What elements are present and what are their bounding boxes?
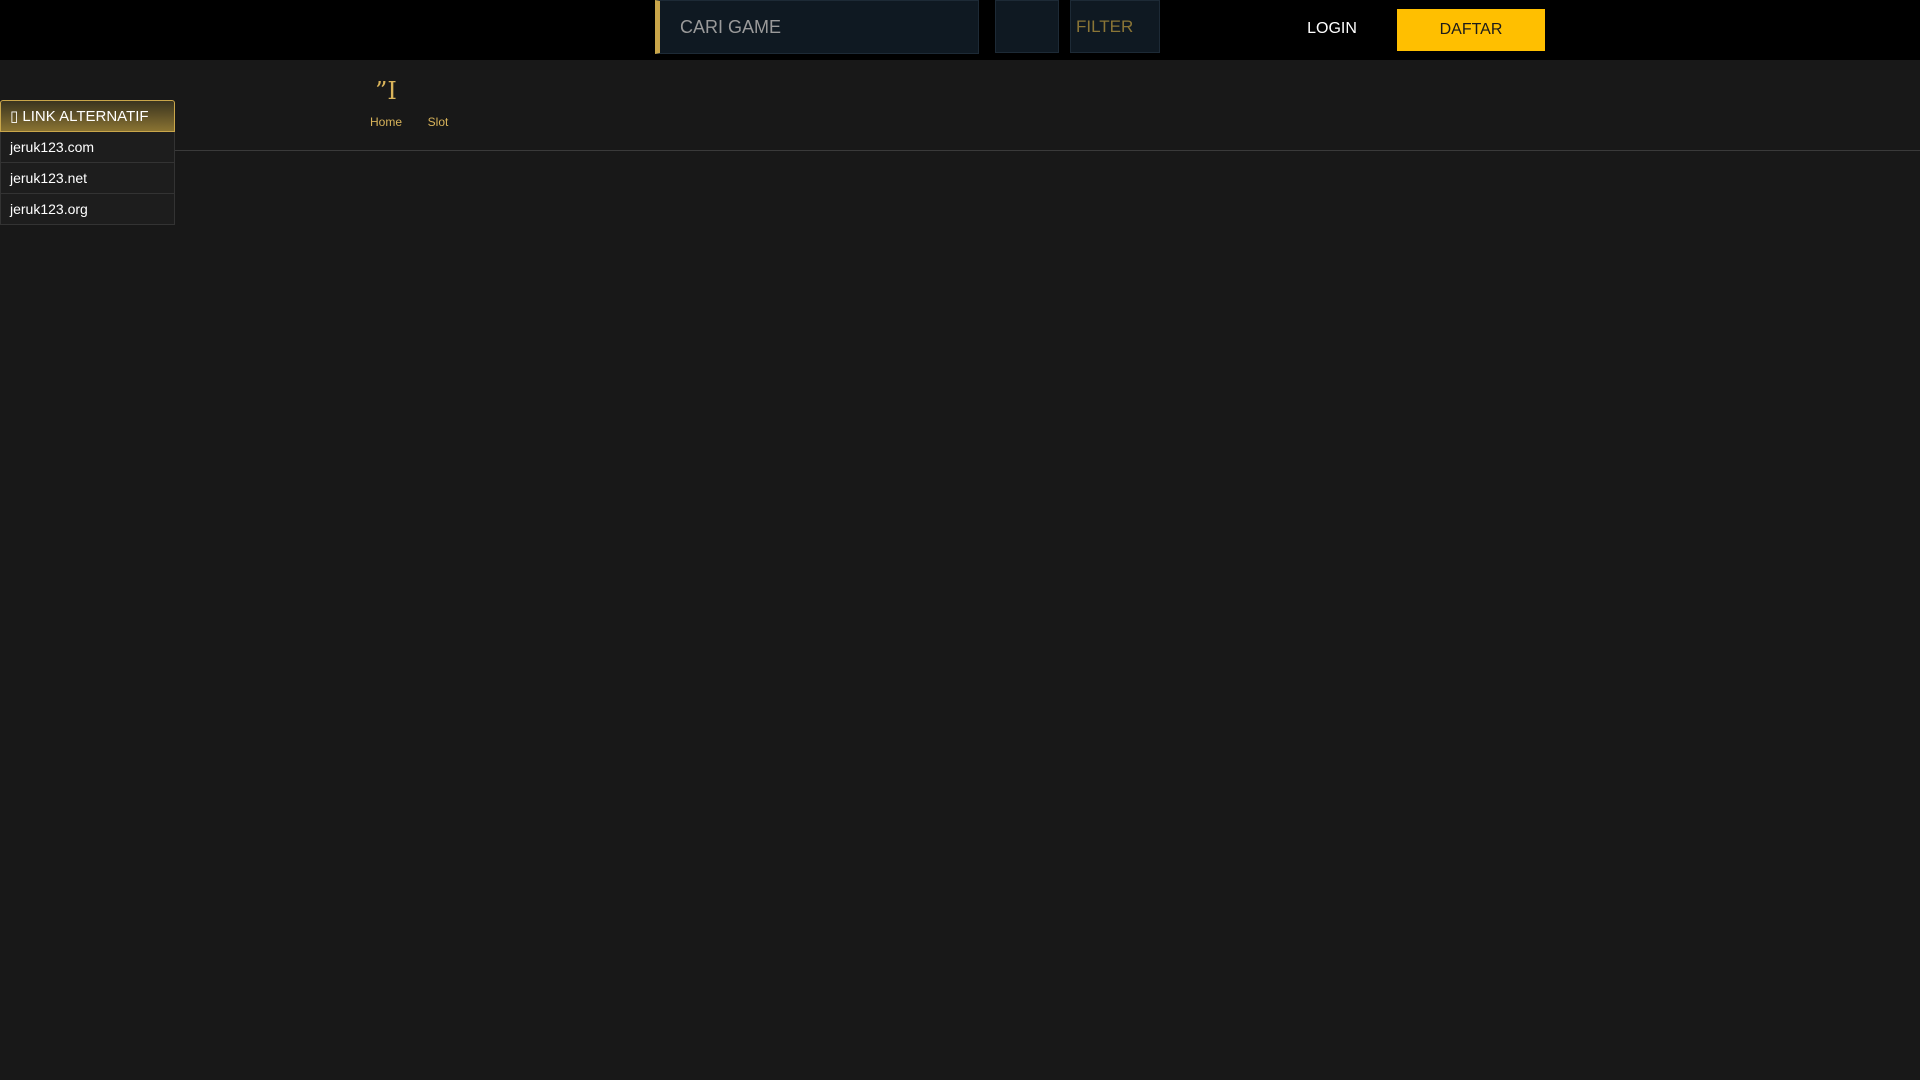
alternative-links-panel: ▯ LINK ALTERNATIF jeruk123.com jeruk123.…: [0, 100, 175, 225]
nav-item-label: Home: [370, 115, 403, 129]
nav-item-home[interactable]: ”I Home: [370, 76, 402, 129]
search-input[interactable]: [660, 1, 978, 53]
alternative-links-title: ▯ LINK ALTERNATIF: [10, 108, 149, 125]
list-item[interactable]: jeruk123.net: [0, 163, 175, 194]
search-button[interactable]: [995, 0, 1059, 53]
nav-divider: [0, 150, 1920, 151]
slot-icon: [426, 76, 450, 106]
filter-button[interactable]: FILTER: [1070, 0, 1160, 53]
search-box: [655, 0, 979, 54]
list-item[interactable]: jeruk123.com: [0, 132, 175, 163]
alternative-links-header: ▯ LINK ALTERNATIF: [0, 100, 175, 132]
register-button[interactable]: DAFTAR: [1397, 9, 1545, 51]
list-item[interactable]: jeruk123.org: [0, 194, 175, 225]
home-icon: ”I: [375, 77, 397, 105]
nav-item-slot[interactable]: Slot: [426, 76, 450, 129]
nav-item-label: Slot: [427, 115, 449, 129]
login-button[interactable]: LOGIN: [1300, 17, 1364, 41]
